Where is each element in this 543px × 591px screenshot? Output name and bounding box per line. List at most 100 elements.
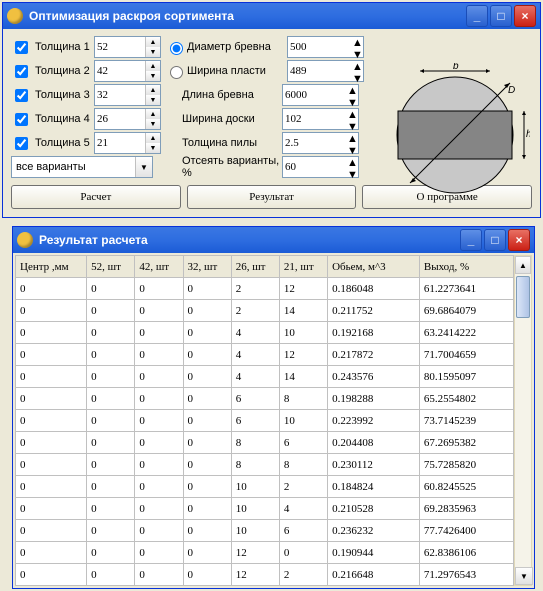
table-row[interactable]: 00001220.21664871.2976543	[16, 564, 514, 586]
down-icon[interactable]: ▼	[145, 119, 160, 129]
boardwidth-input[interactable]	[283, 109, 347, 129]
up-icon[interactable]: ▲	[145, 61, 160, 71]
scroll-up-icon[interactable]: ▲	[515, 256, 531, 274]
thickness-2-spinner[interactable]: ▲▼	[94, 60, 161, 82]
thickness-2-checkbox[interactable]	[15, 65, 28, 78]
table-cell: 0.223992	[328, 410, 420, 432]
result-title: Результат расчета	[39, 233, 458, 247]
scroll-thumb[interactable]	[516, 276, 530, 318]
table-row[interactable]: 00004140.24357680.1595097	[16, 366, 514, 388]
thickness-4-checkbox[interactable]	[15, 113, 28, 126]
table-row[interactable]: 00002120.18604861.2273641	[16, 278, 514, 300]
table-row[interactable]: 00001020.18482460.8245525	[16, 476, 514, 498]
thickness-3-input[interactable]	[95, 85, 145, 105]
table-cell: 69.6864079	[419, 300, 513, 322]
close-button[interactable]: ×	[508, 229, 530, 251]
up-icon[interactable]: ▲	[352, 61, 363, 73]
table-row[interactable]: 00001060.23623277.7426400	[16, 520, 514, 542]
thickness-5-label: Толщина 5	[35, 137, 94, 149]
titlebar-main[interactable]: Оптимизация раскроя сортимента _ □ ×	[3, 3, 540, 29]
up-icon[interactable]: ▲	[145, 37, 160, 47]
radio-widthface[interactable]	[170, 66, 183, 79]
filter-input[interactable]	[283, 157, 347, 177]
up-icon[interactable]: ▲	[347, 157, 358, 169]
table-cell: 6	[231, 410, 279, 432]
down-icon[interactable]: ▼	[347, 169, 358, 181]
up-icon[interactable]: ▲	[347, 133, 358, 145]
thickness-3-label: Толщина 3	[35, 89, 94, 101]
table-row[interactable]: 00002140.21175269.6864079	[16, 300, 514, 322]
table-row[interactable]: 00004100.19216863.2414222	[16, 322, 514, 344]
table-cell: 0	[183, 278, 231, 300]
thickness-5-input[interactable]	[95, 133, 145, 153]
sawthick-spinner[interactable]: ▲▼	[282, 132, 359, 154]
result-table: Центр ,мм52, шт42, шт32, шт26, шт21, штО…	[15, 255, 514, 586]
boardwidth-spinner[interactable]: ▲▼	[282, 108, 359, 130]
thickness-5-spinner[interactable]: ▲▼	[94, 132, 161, 154]
up-icon[interactable]: ▲	[145, 133, 160, 143]
column-header[interactable]: 26, шт	[231, 256, 279, 278]
thickness-4-input[interactable]	[95, 109, 145, 129]
up-icon[interactable]: ▲	[145, 109, 160, 119]
thickness-3-spinner[interactable]: ▲▼	[94, 84, 161, 106]
variants-select[interactable]: все варианты▼	[11, 156, 153, 178]
thickness-2-input[interactable]	[95, 61, 145, 81]
table-cell: 0.198288	[328, 388, 420, 410]
up-icon[interactable]: ▲	[352, 37, 363, 49]
length-input[interactable]	[283, 85, 347, 105]
column-header[interactable]: Центр ,мм	[16, 256, 87, 278]
table-cell: 61.2273641	[419, 278, 513, 300]
calc-button[interactable]: Расчет	[11, 185, 181, 209]
titlebar-result[interactable]: Результат расчета _ □ ×	[13, 227, 534, 253]
table-row[interactable]: 0000860.20440867.2695382	[16, 432, 514, 454]
table-row[interactable]: 00004120.21787271.7004659	[16, 344, 514, 366]
column-header[interactable]: 21, шт	[279, 256, 327, 278]
widthface-spinner[interactable]: ▲▼	[287, 60, 364, 82]
thickness-1-spinner[interactable]: ▲▼	[94, 36, 161, 58]
maximize-button[interactable]: □	[490, 5, 512, 27]
column-header[interactable]: Выход, %	[419, 256, 513, 278]
down-icon[interactable]: ▼	[145, 47, 160, 57]
table-cell: 0	[87, 388, 135, 410]
up-icon[interactable]: ▲	[347, 109, 358, 121]
vertical-scrollbar[interactable]: ▲ ▼	[514, 255, 532, 586]
table-row[interactable]: 0000680.19828865.2554802	[16, 388, 514, 410]
thickness-3-checkbox[interactable]	[15, 89, 28, 102]
table-cell: 77.7426400	[419, 520, 513, 542]
thickness-5-checkbox[interactable]	[15, 137, 28, 150]
minimize-button[interactable]: _	[466, 5, 488, 27]
column-header[interactable]: 32, шт	[183, 256, 231, 278]
column-header[interactable]: 52, шт	[87, 256, 135, 278]
table-cell: 0	[16, 498, 87, 520]
filter-spinner[interactable]: ▲▼	[282, 156, 359, 178]
chevron-down-icon[interactable]: ▼	[135, 157, 152, 177]
table-row[interactable]: 00001200.19094462.8386106	[16, 542, 514, 564]
sawthick-input[interactable]	[283, 133, 347, 153]
up-icon[interactable]: ▲	[145, 85, 160, 95]
table-row[interactable]: 0000880.23011275.7285820	[16, 454, 514, 476]
thickness-4-spinner[interactable]: ▲▼	[94, 108, 161, 130]
table-row[interactable]: 00006100.22399273.7145239	[16, 410, 514, 432]
diameter-input[interactable]	[288, 37, 352, 57]
up-icon[interactable]: ▲	[347, 85, 358, 97]
thickness-1-input[interactable]	[95, 37, 145, 57]
thickness-1-checkbox[interactable]	[15, 41, 28, 54]
scroll-down-icon[interactable]: ▼	[515, 567, 533, 585]
table-cell: 0	[183, 542, 231, 564]
widthface-input[interactable]	[288, 61, 352, 81]
close-button[interactable]: ×	[514, 5, 536, 27]
down-icon[interactable]: ▼	[145, 95, 160, 105]
down-icon[interactable]: ▼	[145, 143, 160, 153]
length-spinner[interactable]: ▲▼	[282, 84, 359, 106]
table-cell: 0	[183, 476, 231, 498]
column-header[interactable]: Обьем, м^3	[328, 256, 420, 278]
table-row[interactable]: 00001040.21052869.2835963	[16, 498, 514, 520]
down-icon[interactable]: ▼	[145, 71, 160, 81]
column-header[interactable]: 42, шт	[135, 256, 183, 278]
diameter-spinner[interactable]: ▲▼	[287, 36, 364, 58]
maximize-button[interactable]: □	[484, 229, 506, 251]
result-button[interactable]: Результат	[187, 185, 357, 209]
minimize-button[interactable]: _	[460, 229, 482, 251]
result-window: Результат расчета _ □ × Центр ,мм52, шт4…	[12, 226, 535, 589]
radio-diameter[interactable]	[170, 42, 183, 55]
